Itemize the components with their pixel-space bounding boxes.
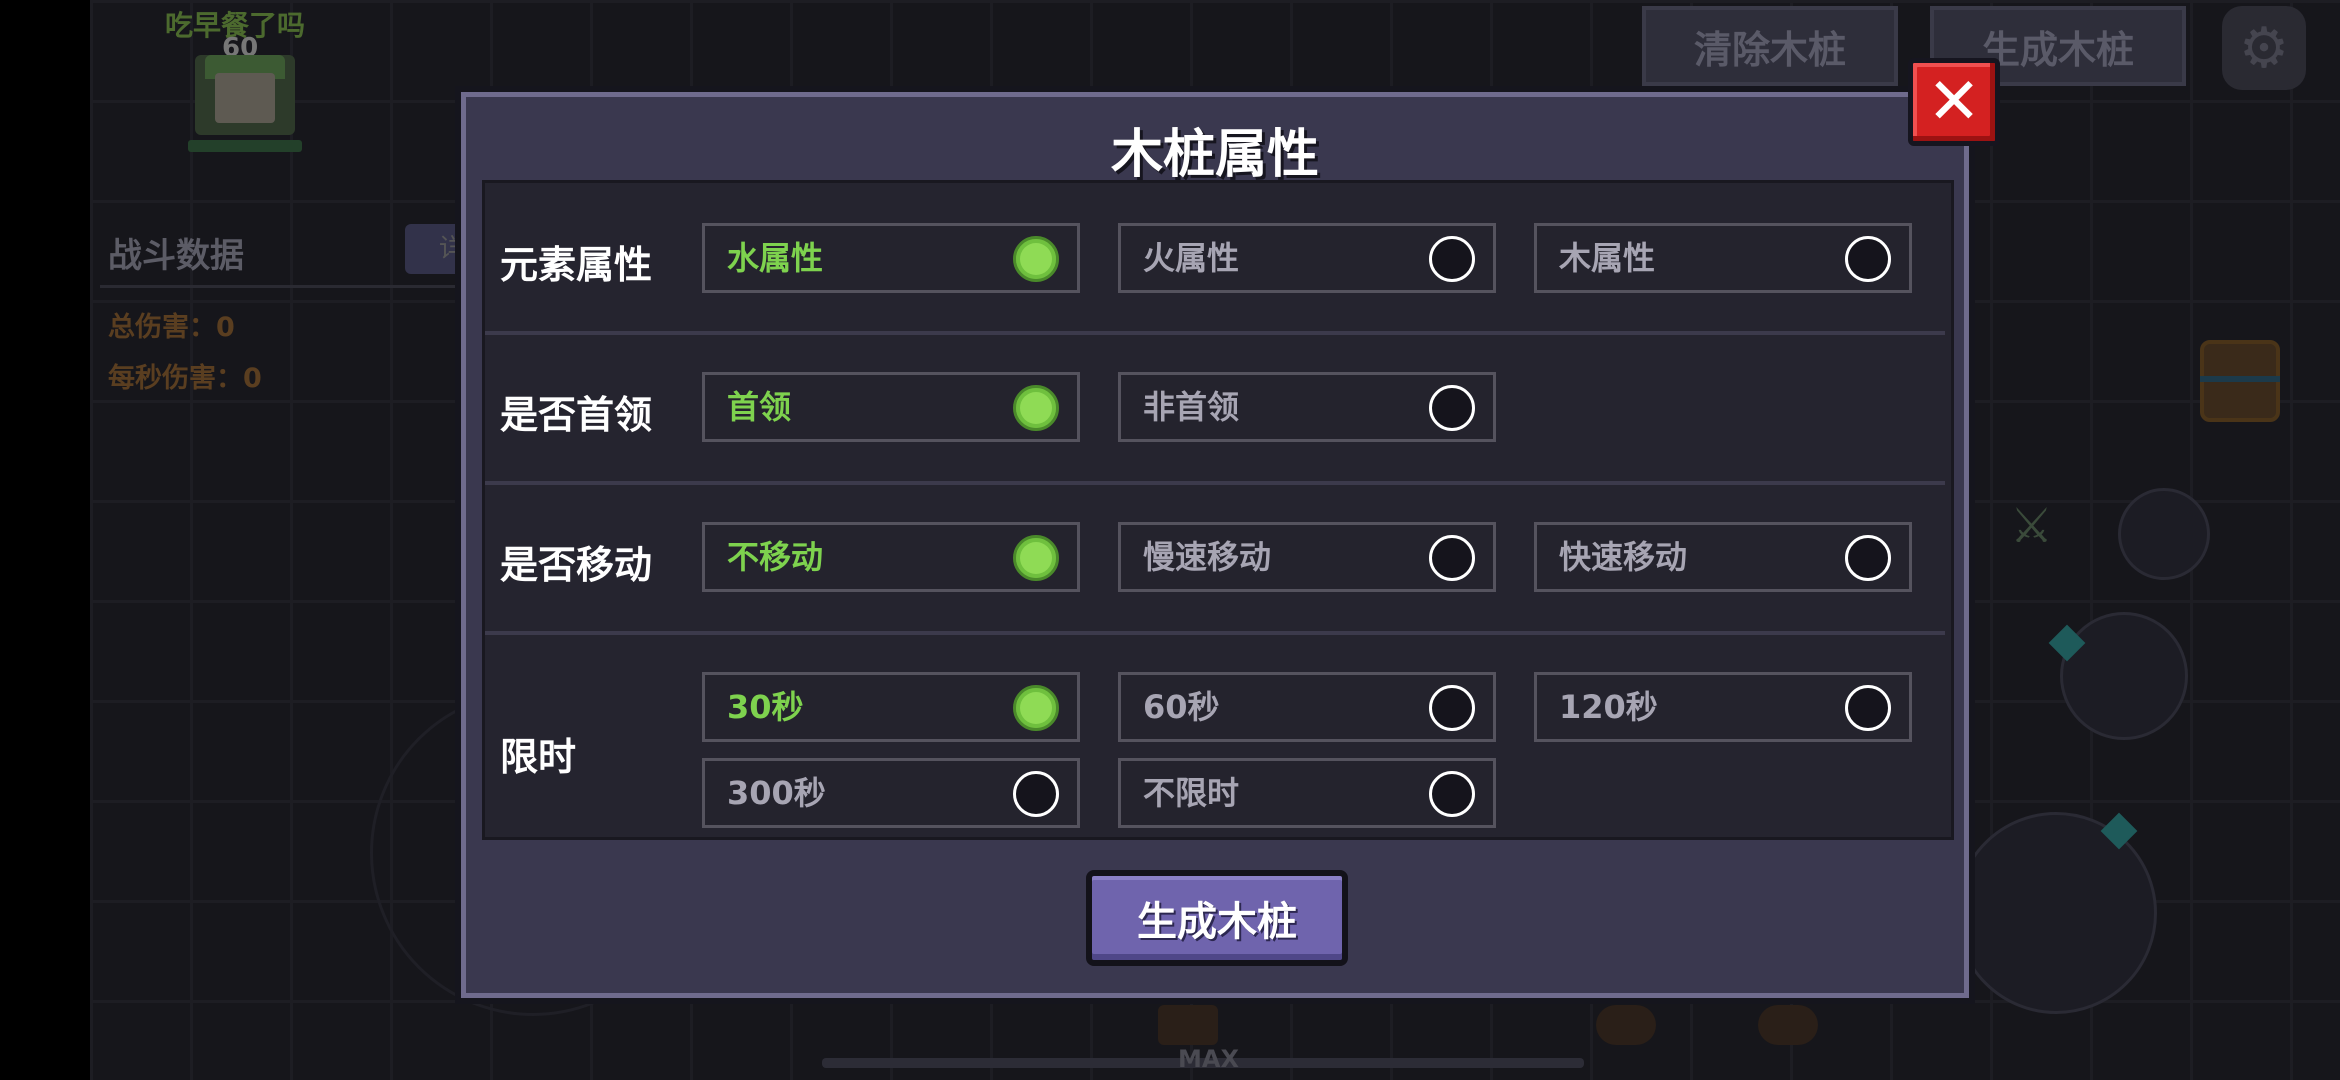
option-label: 首领: [727, 388, 792, 426]
option-boss[interactable]: 首领: [702, 372, 1080, 442]
skill-button[interactable]: [2060, 612, 2188, 740]
radio-icon: [1429, 236, 1475, 282]
generate-dummy-button[interactable]: 生成木桩: [1086, 870, 1348, 966]
row-label-time-limit: 限时: [500, 735, 577, 779]
radio-icon: [1013, 771, 1059, 817]
dialog-title: 木桩属性: [1110, 125, 1319, 185]
energy-max-label: MAX: [1178, 1045, 1239, 1073]
radio-icon: [1013, 685, 1059, 731]
radio-icon: [1429, 771, 1475, 817]
close-icon: ✕: [1927, 65, 1981, 139]
option-label: 不移动: [727, 538, 824, 576]
radio-icon: [1429, 535, 1475, 581]
option-label: 非首领: [1143, 388, 1240, 426]
row-divider: [485, 331, 1945, 335]
option-label: 水属性: [727, 239, 824, 277]
row-divider: [485, 481, 1945, 485]
option-30s[interactable]: 30秒: [702, 672, 1080, 742]
radio-icon: [1429, 685, 1475, 731]
option-label: 不限时: [1143, 774, 1240, 812]
chest-band: [2200, 376, 2280, 382]
option-label: 60秒: [1143, 688, 1220, 726]
option-label: 火属性: [1143, 239, 1240, 277]
option-label: 300秒: [727, 774, 826, 812]
option-no-move[interactable]: 不移动: [702, 522, 1080, 592]
option-slow-move[interactable]: 慢速移动: [1118, 522, 1496, 592]
radio-icon: [1429, 385, 1475, 431]
option-label: 慢速移动: [1143, 538, 1272, 576]
item-slot[interactable]: [1158, 1005, 1218, 1045]
option-300s[interactable]: 300秒: [702, 758, 1080, 828]
item-slot[interactable]: [1596, 1005, 1656, 1045]
option-label: 30秒: [727, 688, 804, 726]
row-divider: [485, 631, 1945, 635]
radio-icon: [1013, 385, 1059, 431]
row-label-movement: 是否移动: [500, 543, 653, 587]
option-label: 120秒: [1559, 688, 1658, 726]
weapon-swap-icon[interactable]: ⚔: [2010, 498, 2053, 554]
option-fast-move[interactable]: 快速移动: [1534, 522, 1912, 592]
damage-per-second: 每秒伤害：0: [108, 363, 262, 394]
row-label-boss: 是否首领: [500, 393, 653, 437]
option-label: 快速移动: [1559, 538, 1688, 576]
item-slot[interactable]: [1758, 1005, 1818, 1045]
game-screen: 吃早餐了吗 60 战斗数据 详 总伤害：0 每秒伤害：0 清除木桩 生成木桩 ⚙…: [0, 0, 2340, 1080]
face-shape: [215, 73, 275, 123]
option-label: 木属性: [1559, 239, 1656, 277]
player-avatar: [195, 55, 295, 135]
option-120s[interactable]: 120秒: [1534, 672, 1912, 742]
radio-icon: [1013, 535, 1059, 581]
settings-icon[interactable]: ⚙: [2222, 6, 2306, 90]
radio-icon: [1845, 685, 1891, 731]
row-label-element: 元素属性: [500, 243, 653, 287]
player-health-bar: [188, 140, 302, 152]
close-button[interactable]: ✕: [1908, 58, 2000, 146]
option-non-boss[interactable]: 非首领: [1118, 372, 1496, 442]
option-wood[interactable]: 木属性: [1534, 223, 1912, 293]
total-damage: 总伤害：0: [108, 312, 235, 343]
radio-icon: [1845, 236, 1891, 282]
option-fire[interactable]: 火属性: [1118, 223, 1496, 293]
option-water[interactable]: 水属性: [702, 223, 1080, 293]
clear-dummy-button[interactable]: 清除木桩: [1642, 6, 1898, 86]
emote-icon[interactable]: [2118, 488, 2210, 580]
radio-icon: [1013, 236, 1059, 282]
battle-data-title: 战斗数据: [108, 236, 244, 276]
divider: [100, 285, 455, 288]
attack-button[interactable]: [1955, 812, 2157, 1014]
option-no-limit[interactable]: 不限时: [1118, 758, 1496, 828]
option-60s[interactable]: 60秒: [1118, 672, 1496, 742]
radio-icon: [1845, 535, 1891, 581]
